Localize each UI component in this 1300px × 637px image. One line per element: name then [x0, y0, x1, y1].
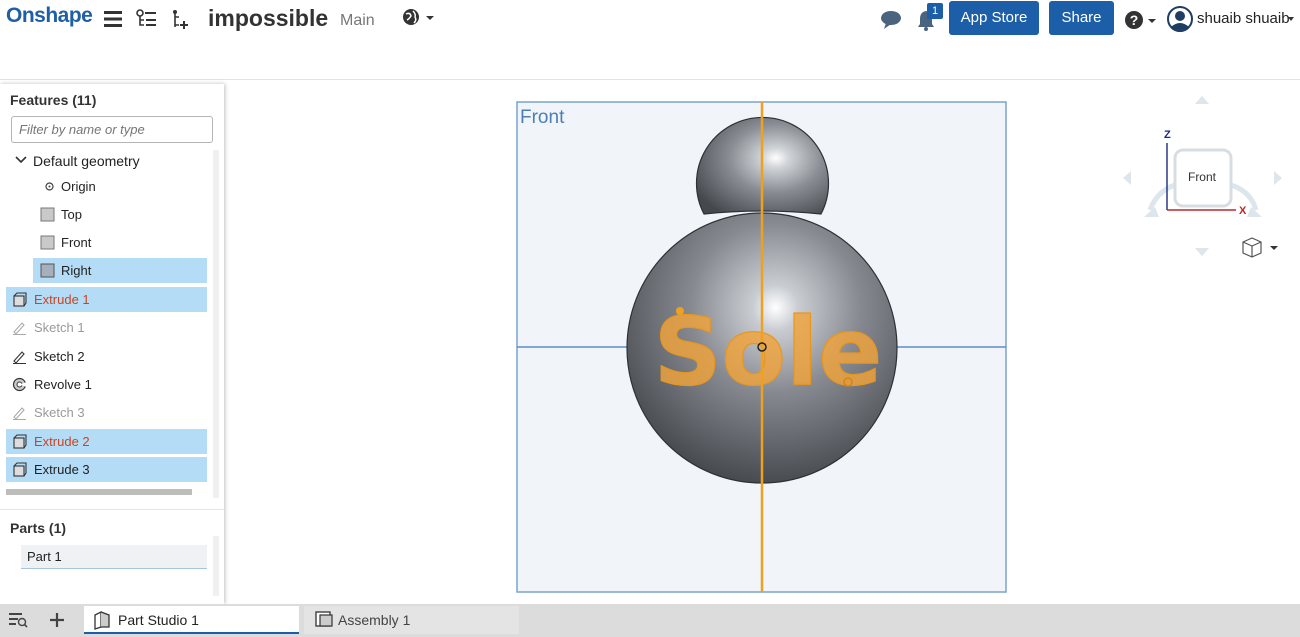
sketch-icon — [13, 407, 26, 420]
tab-manager-icon[interactable] — [8, 611, 28, 629]
plane-icon — [40, 207, 55, 222]
onshape-logo[interactable]: Onshape — [6, 4, 93, 28]
user-menu-chevron-icon[interactable] — [1288, 17, 1294, 21]
parts-list-scrollbar[interactable] — [213, 536, 219, 596]
feature-filter-input[interactable] — [11, 116, 213, 143]
extrude-icon — [13, 292, 27, 307]
feature-item-front[interactable]: Front — [6, 230, 207, 255]
app-store-button[interactable]: App Store — [949, 1, 1039, 35]
feature-item-sketch-1[interactable]: Sketch 1 — [6, 315, 207, 340]
view-options-icon[interactable] — [1242, 237, 1278, 258]
notification-badge: 1 — [927, 3, 943, 19]
origin-icon — [45, 182, 54, 191]
feature-list-icon[interactable] — [136, 9, 158, 29]
part-item[interactable]: Part 1 — [21, 545, 207, 569]
sketch-icon — [13, 322, 26, 335]
parts-title: Parts (1) — [10, 520, 67, 536]
revolve-icon — [12, 377, 27, 392]
plane-icon — [40, 235, 55, 250]
plane-label: Front — [520, 107, 565, 128]
axis-x-label: X — [1239, 205, 1247, 217]
axis-z-label: Z — [1164, 129, 1171, 141]
comments-icon[interactable] — [880, 10, 904, 30]
avatar[interactable] — [1167, 6, 1195, 34]
document-name[interactable]: impossible — [208, 5, 328, 32]
tab-part-studio-1[interactable]: Part Studio 1 — [84, 606, 299, 634]
user-name[interactable]: shuaib shuaib — [1197, 10, 1290, 27]
feature-item-extrude-1[interactable]: Extrude 1 — [6, 287, 207, 312]
default-geometry-label[interactable]: Default geometry — [33, 153, 140, 169]
feature-item-sketch-3[interactable]: Sketch 3 — [6, 400, 207, 425]
plane-icon — [40, 263, 55, 278]
feature-item-extrude-3[interactable]: Extrude 3 — [6, 457, 207, 482]
view-cube[interactable]: Z X Front — [1123, 96, 1282, 256]
toolbar — [0, 40, 1300, 112]
svg-text:?: ? — [1130, 12, 1139, 28]
chevron-down-icon[interactable] — [15, 155, 27, 165]
feature-list-horizontal-scrollbar[interactable] — [6, 489, 192, 495]
top-bar: Onshape impossible Main 1 App Store Shar… — [0, 0, 1300, 40]
assembly-icon — [315, 611, 333, 627]
feature-list-scrollbar[interactable] — [213, 150, 219, 498]
feature-item-right[interactable]: Right — [33, 258, 207, 283]
feature-item-extrude-2[interactable]: Extrude 2 — [6, 429, 207, 454]
sketch-text[interactable]: Sole — [653, 297, 882, 407]
feature-item-sketch-2[interactable]: Sketch 2 — [6, 344, 207, 369]
view-cube-label: Front — [1188, 170, 1217, 184]
extrude-icon — [13, 434, 27, 449]
share-button[interactable]: Share — [1049, 1, 1114, 35]
features-title: Features (11) — [10, 92, 97, 108]
feature-item-origin[interactable]: Origin — [6, 174, 207, 199]
feature-panel: Features (11) Default geometry Origin To… — [0, 84, 224, 604]
divider — [0, 509, 224, 510]
help-icon[interactable]: ? — [1124, 9, 1158, 31]
insert-icon[interactable] — [169, 9, 191, 31]
globe-icon[interactable] — [402, 8, 436, 28]
branch-name[interactable]: Main — [340, 12, 375, 30]
tab-assembly-1[interactable]: Assembly 1 — [304, 606, 519, 634]
menu-icon[interactable] — [104, 10, 124, 28]
feature-item-revolve-1[interactable]: Revolve 1 — [6, 372, 207, 397]
extrude-icon — [13, 462, 27, 477]
sketch-point[interactable] — [676, 307, 684, 315]
feature-item-top[interactable]: Top — [6, 202, 207, 227]
sketch-icon — [13, 351, 26, 364]
add-tab-icon[interactable] — [48, 611, 66, 629]
part-studio-icon — [94, 610, 110, 630]
